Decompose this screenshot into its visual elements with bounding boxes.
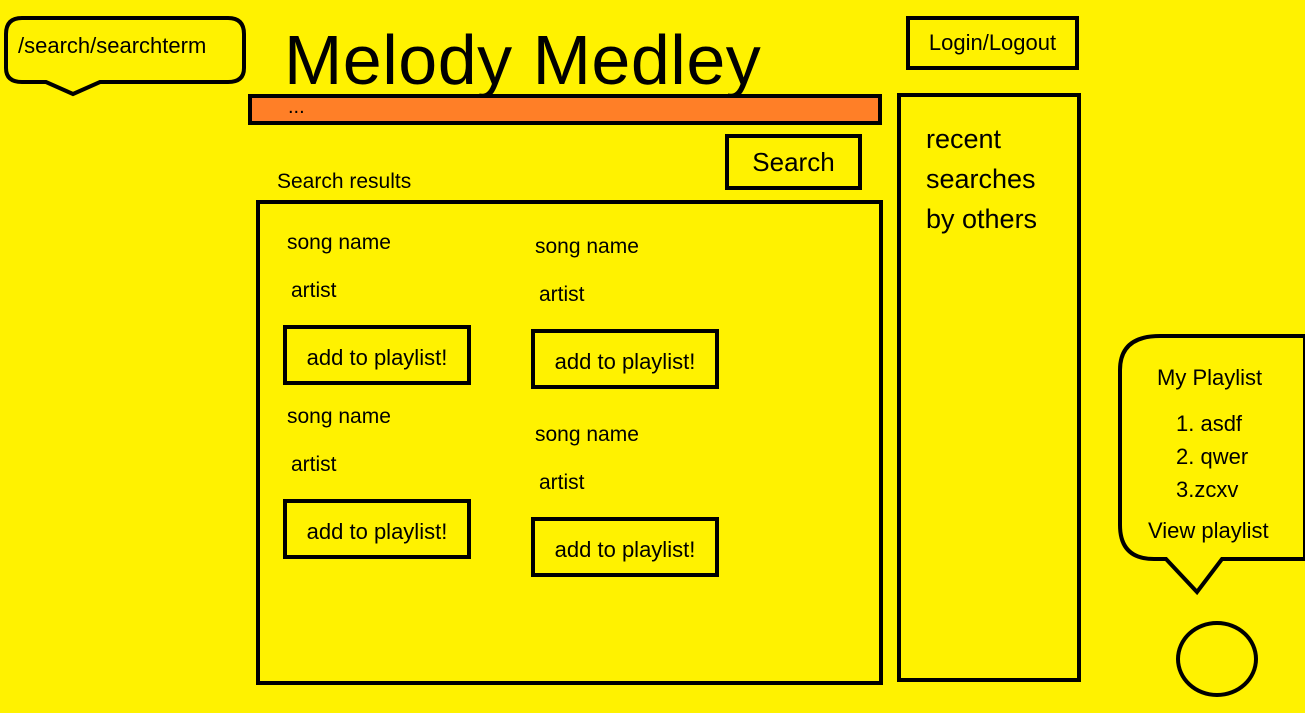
recent-searches-line: searches bbox=[926, 164, 1036, 194]
login-logout-button[interactable]: Login/Logout bbox=[906, 16, 1079, 70]
recent-searches-line: by others bbox=[926, 204, 1038, 234]
app-title: Melody Medley bbox=[284, 21, 762, 99]
result-artist: artist bbox=[291, 453, 337, 476]
result-song-name: song name bbox=[287, 405, 391, 428]
search-button[interactable]: Search bbox=[725, 134, 862, 190]
view-playlist-link[interactable]: View playlist bbox=[1148, 518, 1269, 544]
playlist-title: My Playlist bbox=[1157, 365, 1263, 390]
url-path-text: /search/searchterm bbox=[18, 33, 207, 58]
avatar[interactable] bbox=[1176, 621, 1258, 697]
recent-searches-text: recent searches by others bbox=[926, 119, 1076, 239]
playlist-item: 2. qwer bbox=[1176, 444, 1249, 469]
result-artist: artist bbox=[539, 471, 585, 494]
add-to-playlist-button[interactable]: add to playlist! bbox=[531, 329, 719, 389]
add-to-playlist-button[interactable]: add to playlist! bbox=[283, 325, 471, 385]
add-to-playlist-button[interactable]: add to playlist! bbox=[283, 499, 471, 559]
playlist-item: 3.zcxv bbox=[1176, 477, 1239, 502]
search-results-label: Search results bbox=[277, 170, 412, 193]
playlist-item: 1. asdf bbox=[1176, 411, 1243, 436]
result-artist: artist bbox=[539, 283, 585, 306]
result-song-name: song name bbox=[535, 235, 639, 258]
search-input[interactable]: ... bbox=[248, 94, 882, 125]
result-song-name: song name bbox=[535, 423, 639, 446]
result-song-name: song name bbox=[287, 231, 391, 254]
add-to-playlist-button[interactable]: add to playlist! bbox=[531, 517, 719, 577]
recent-searches-line: recent bbox=[926, 124, 1002, 154]
result-artist: artist bbox=[291, 279, 337, 302]
